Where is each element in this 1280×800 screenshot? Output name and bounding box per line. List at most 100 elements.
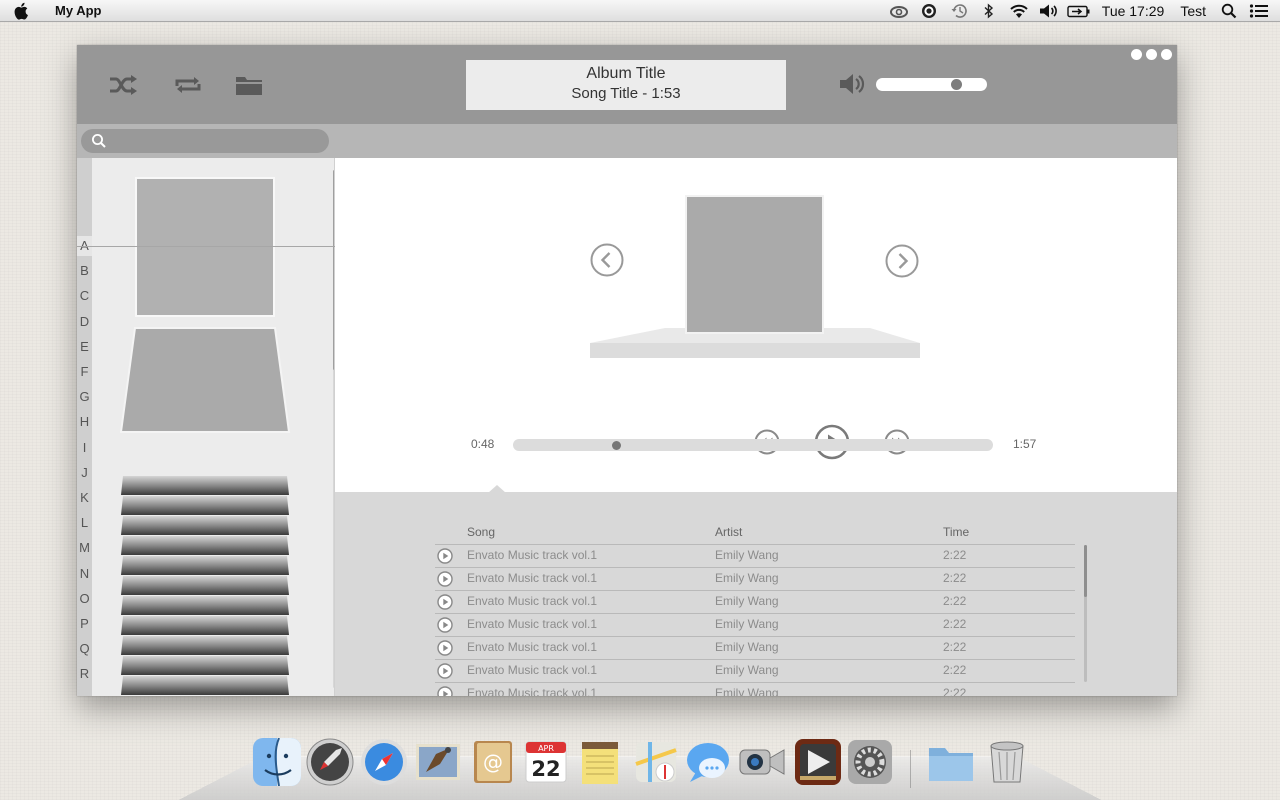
song-row[interactable]: Envato Music track vol.1 Emily Wang 2:22 [435, 636, 1075, 659]
column-header-time[interactable]: Time [943, 525, 969, 539]
alphabet-letter-k[interactable]: K [77, 488, 92, 508]
volume-slider[interactable] [876, 78, 987, 91]
alphabet-letter-d[interactable]: D [77, 312, 92, 332]
volume-slider-knob[interactable] [951, 79, 962, 90]
window-controls [1131, 49, 1172, 60]
dock-facetime-icon[interactable] [738, 738, 786, 786]
dock-contacts-icon[interactable]: @ [468, 738, 516, 786]
album-stack-item[interactable] [121, 596, 289, 615]
song-title-cell: Envato Music track vol.1 [467, 548, 598, 562]
song-list-scrollbar-thumb[interactable] [1084, 545, 1087, 597]
alphabet-letter-c[interactable]: C [77, 286, 92, 306]
album-stack-item[interactable] [121, 536, 289, 555]
window-dot-1[interactable] [1131, 49, 1142, 60]
window-dot-3[interactable] [1161, 49, 1172, 60]
artist-cell: Emily Wang [715, 686, 779, 696]
alphabet-letter-p[interactable]: P [77, 614, 92, 634]
column-header-artist[interactable]: Artist [715, 525, 742, 539]
dock-launchpad-icon[interactable] [306, 738, 354, 786]
search-input[interactable] [81, 129, 329, 153]
dock-mail-icon[interactable] [414, 738, 462, 786]
dock-music-player-icon[interactable] [794, 738, 842, 786]
bluetooth-icon[interactable] [974, 0, 1004, 22]
alphabet-letter-l[interactable]: L [77, 513, 92, 533]
alphabet-letter-i[interactable]: I [77, 438, 92, 458]
volume-icon[interactable] [1034, 0, 1064, 22]
menubar-clock[interactable]: Tue 17:29 [1102, 3, 1165, 19]
song-list-scrollbar[interactable] [1084, 545, 1087, 682]
row-play-icon[interactable] [437, 663, 453, 679]
progress-bar[interactable] [513, 439, 993, 451]
album-stack-item[interactable] [121, 676, 289, 695]
row-play-icon[interactable] [437, 617, 453, 633]
song-row[interactable]: Envato Music track vol.1 Emily Wang 2:22 [435, 659, 1075, 682]
album-stack-item[interactable] [121, 516, 289, 535]
dock-messages-icon[interactable] [684, 738, 732, 786]
alphabet-letter-h[interactable]: H [77, 412, 92, 432]
song-row[interactable]: Envato Music track vol.1 Emily Wang 2:22 [435, 590, 1075, 613]
toolbar: Album Title Song Title - 1:53 [77, 45, 1177, 124]
dock-safari-icon[interactable] [360, 738, 408, 786]
album-cover-tilted[interactable] [119, 327, 291, 433]
album-stack-item[interactable] [121, 636, 289, 655]
artist-cell: Emily Wang [715, 617, 779, 631]
speaker-icon[interactable] [837, 71, 869, 97]
repeat-button[interactable] [170, 71, 206, 99]
dock-finder-icon[interactable] [253, 738, 301, 786]
dock-system-preferences-icon[interactable] [846, 738, 894, 786]
time-machine-icon[interactable] [944, 0, 974, 22]
next-album-button[interactable] [885, 244, 919, 278]
shuffle-button[interactable] [105, 71, 141, 99]
alphabet-letter-b[interactable]: B [77, 261, 92, 281]
album-stack-item[interactable] [121, 496, 289, 515]
song-row[interactable]: Envato Music track vol.1 Emily Wang 2:22 [435, 613, 1075, 636]
notification-center-icon[interactable] [1244, 0, 1274, 22]
sync-icon[interactable] [914, 0, 944, 22]
row-play-icon[interactable] [437, 548, 453, 564]
spotlight-icon[interactable] [1214, 0, 1244, 22]
open-folder-button[interactable] [231, 71, 267, 99]
album-stack-item[interactable] [121, 476, 289, 495]
row-play-icon[interactable] [437, 686, 453, 696]
dock-folder-icon[interactable] [927, 738, 975, 786]
alphabet-letter-r[interactable]: R [77, 664, 92, 684]
alphabet-letter-m[interactable]: M [77, 538, 92, 558]
window-dot-2[interactable] [1146, 49, 1157, 60]
album-cover-selected[interactable] [135, 177, 275, 317]
alphabet-letter-e[interactable]: E [77, 337, 92, 357]
dock-maps-icon[interactable] [632, 738, 680, 786]
battery-icon[interactable] [1064, 0, 1094, 22]
dock-notes-icon[interactable] [576, 738, 624, 786]
alphabet-letter-g[interactable]: G [77, 387, 92, 407]
progress-knob[interactable] [612, 441, 621, 450]
creative-cloud-icon[interactable] [884, 0, 914, 22]
album-stack-item[interactable] [121, 656, 289, 675]
alphabet-letter-n[interactable]: N [77, 564, 92, 584]
row-play-icon[interactable] [437, 594, 453, 610]
app-menu-title[interactable]: My App [55, 3, 101, 18]
row-play-icon[interactable] [437, 571, 453, 587]
previous-album-button[interactable] [590, 243, 624, 277]
dock-calendar-icon[interactable]: APR 22 [522, 738, 570, 786]
time-cell: 2:22 [943, 663, 967, 677]
column-header-song[interactable]: Song [467, 525, 495, 539]
song-title-cell: Envato Music track vol.1 [467, 617, 598, 631]
apple-menu-icon[interactable] [0, 0, 44, 22]
song-row[interactable]: Envato Music track vol.1 Emily Wang 2:22 [435, 567, 1075, 590]
row-play-icon[interactable] [437, 640, 453, 656]
song-row[interactable]: Envato Music track vol.1 Emily Wang 2:22 [435, 544, 1075, 567]
album-stack-item[interactable] [121, 576, 289, 595]
alphabet-letter-o[interactable]: O [77, 589, 92, 609]
album-stack-item[interactable] [121, 556, 289, 575]
song-row[interactable]: Envato Music track vol.1 Emily Wang 2:22 [435, 682, 1075, 696]
wifi-icon[interactable] [1004, 0, 1034, 22]
album-stack-item[interactable] [121, 616, 289, 635]
alphabet-letter-f[interactable]: F [77, 362, 92, 382]
dock-trash-icon[interactable] [983, 738, 1031, 786]
alphabet-letter-j[interactable]: J [77, 463, 92, 483]
alphabet-letter-q[interactable]: Q [77, 639, 92, 659]
menubar-user[interactable]: Test [1180, 3, 1206, 19]
now-playing-panel: 0:48 1:57 [335, 158, 1177, 492]
album-title: Album Title [586, 65, 666, 82]
album-cover-large[interactable] [685, 195, 824, 334]
